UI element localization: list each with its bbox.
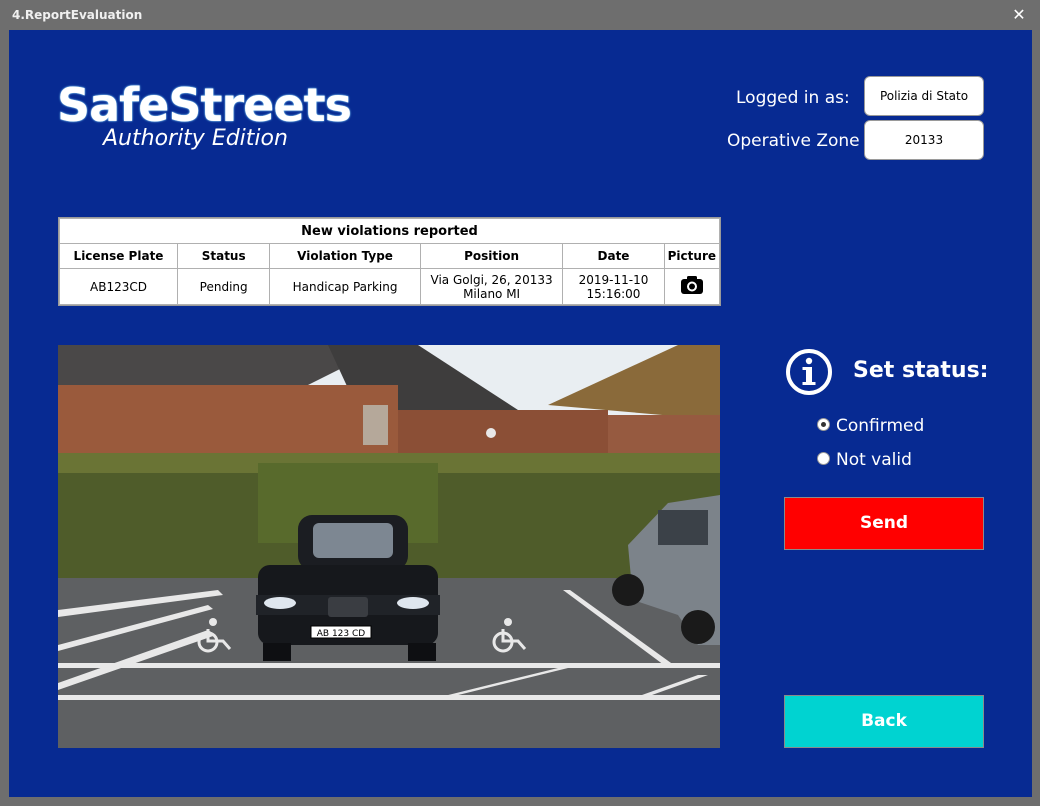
logged-in-field: Polizia di Stato (864, 76, 984, 116)
violations-table: New violations reported License Plate St… (58, 217, 721, 306)
back-button[interactable]: Back (784, 695, 984, 748)
col-picture: Picture (663, 243, 721, 269)
radio-confirmed-dot[interactable] (817, 417, 830, 431)
cell-status: Pending (177, 268, 271, 305)
violation-photo: AB 123 CD (58, 345, 720, 748)
operative-zone-field: 20133 (864, 120, 984, 160)
app-logo: SafeStreets Authority Edition (57, 78, 357, 188)
col-license-plate: License Plate (58, 243, 179, 269)
operative-zone-label: Operative Zone (727, 131, 860, 151)
radio-confirmed[interactable]: Confirmed (817, 416, 924, 436)
cell-type: Handicap Parking (269, 268, 421, 305)
col-date: Date (562, 243, 665, 269)
radio-not-valid-label: Not valid (836, 450, 912, 470)
table-caption: New violations reported (59, 218, 720, 244)
logo-title: SafeStreets (57, 78, 352, 132)
license-plate-text: AB 123 CD (317, 629, 366, 639)
col-violation-type: Violation Type (269, 243, 421, 269)
app-window: 4.ReportEvaluation ✕ SafeStreets Authori… (0, 0, 1040, 806)
send-button[interactable]: Send (784, 497, 984, 550)
camera-icon[interactable] (680, 275, 704, 295)
radio-not-valid[interactable]: Not valid (817, 450, 912, 470)
radio-not-valid-dot[interactable] (817, 451, 830, 465)
set-status-title: Set status: (853, 358, 989, 383)
cell-date: 2019-11-10 15:16:00 (562, 268, 665, 305)
title-bar[interactable]: 4.ReportEvaluation ✕ (0, 0, 1040, 30)
col-position: Position (419, 243, 564, 269)
cell-picture (663, 268, 721, 305)
cell-plate: AB123CD (58, 268, 179, 305)
info-icon (786, 349, 832, 395)
col-status: Status (177, 243, 271, 269)
date-line1: 2019-11-10 (578, 272, 649, 287)
logo-subtitle: Authority Edition (103, 126, 288, 151)
cell-position: Via Golgi, 26, 20133 Milano MI (419, 268, 564, 305)
window-title: 4.ReportEvaluation (12, 8, 143, 22)
logged-in-label: Logged in as: (736, 88, 850, 108)
position-line2: Milano MI (463, 286, 521, 301)
table-row[interactable]: AB123CD Pending Handicap Parking Via Gol… (58, 268, 721, 305)
radio-confirmed-label: Confirmed (836, 416, 925, 436)
position-line1: Via Golgi, 26, 20133 (430, 272, 553, 287)
close-icon[interactable]: ✕ (1008, 4, 1030, 26)
main-panel: SafeStreets Authority Edition Logged in … (9, 30, 1032, 797)
date-line2: 15:16:00 (586, 286, 641, 301)
